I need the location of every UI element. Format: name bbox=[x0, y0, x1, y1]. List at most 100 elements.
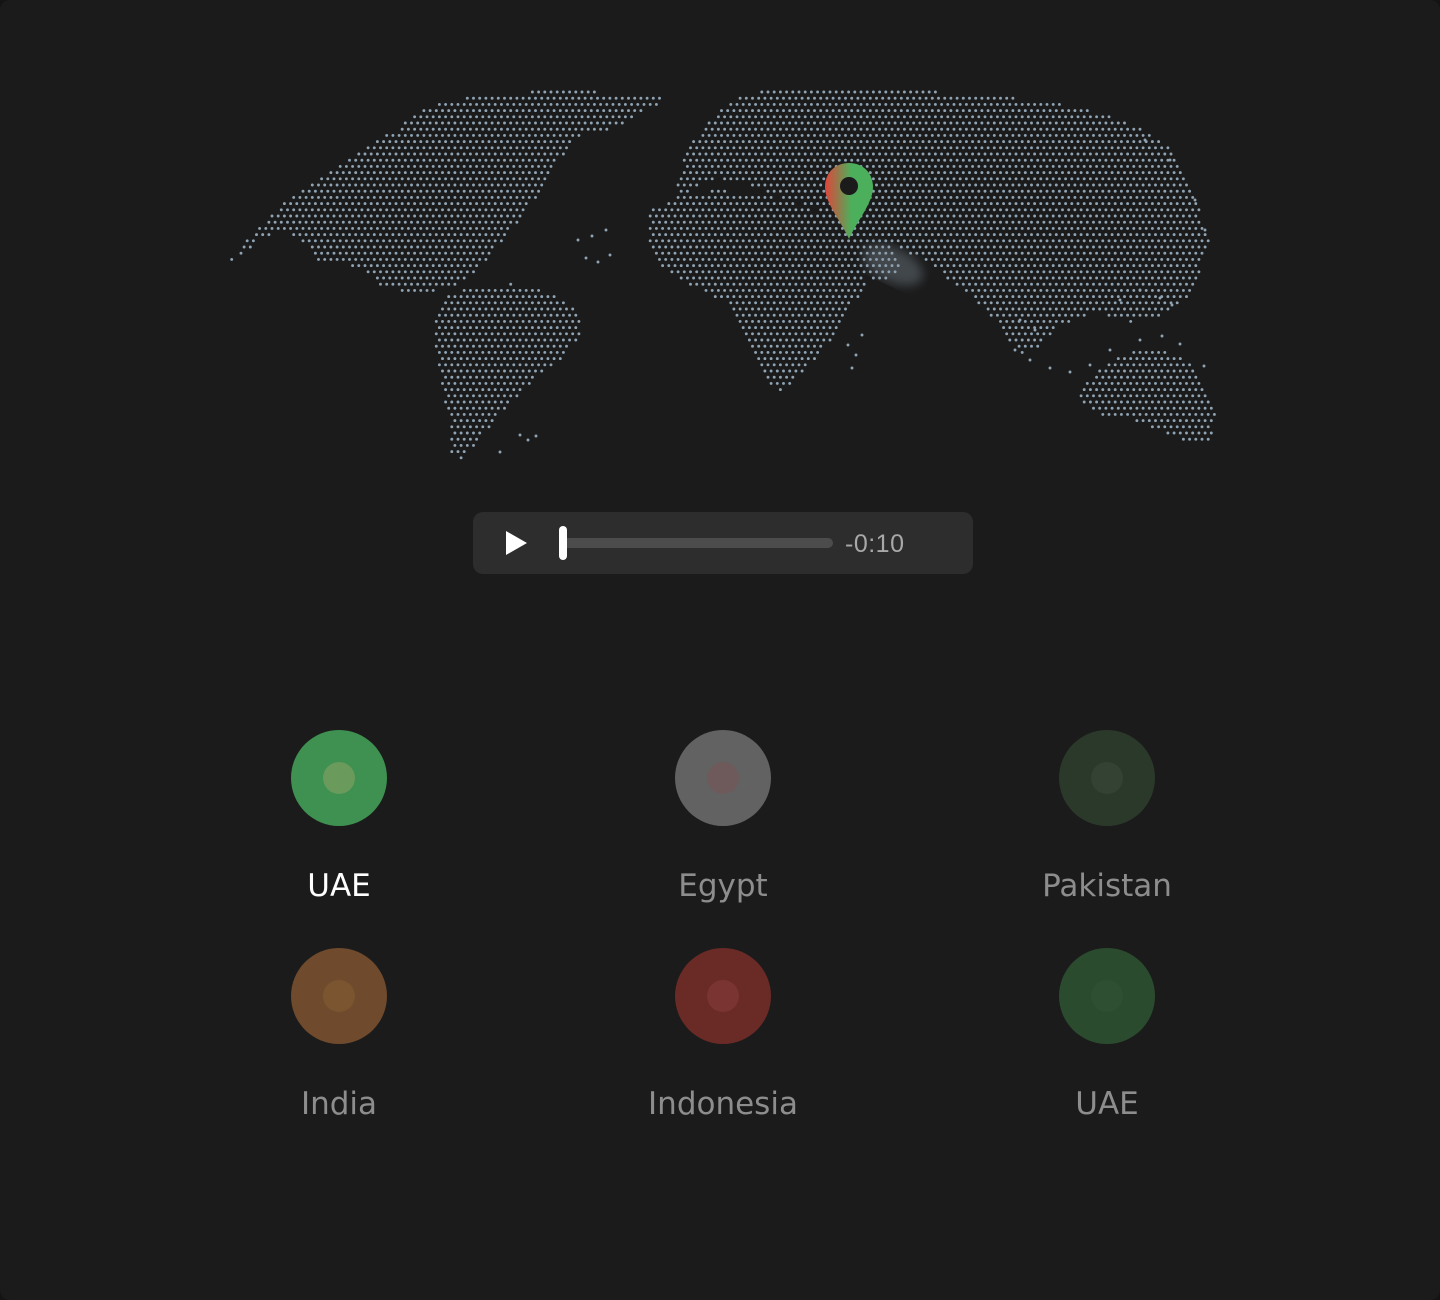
map-dot bbox=[856, 158, 860, 162]
map-dot bbox=[955, 171, 959, 175]
map-dot bbox=[1011, 121, 1015, 125]
map-dot bbox=[1107, 164, 1111, 168]
map-dot bbox=[546, 295, 550, 299]
map-dot bbox=[955, 208, 959, 212]
map-dot bbox=[933, 189, 937, 193]
map-dot bbox=[503, 133, 506, 137]
map-dot bbox=[884, 164, 888, 168]
map-dot bbox=[397, 220, 401, 224]
map-dot bbox=[1191, 282, 1195, 286]
map-dot bbox=[763, 171, 767, 175]
map-dot bbox=[1147, 270, 1151, 274]
map-dot bbox=[422, 282, 426, 286]
country-option[interactable]: UAE bbox=[219, 730, 459, 930]
map-dot bbox=[1045, 189, 1049, 193]
map-dot bbox=[989, 239, 993, 243]
map-dot bbox=[1054, 307, 1058, 311]
map-dot bbox=[546, 146, 550, 150]
map-dot bbox=[995, 127, 999, 131]
map-dot bbox=[1138, 152, 1142, 156]
map-dot bbox=[496, 109, 500, 113]
map-dot bbox=[1116, 171, 1120, 175]
map-dot bbox=[526, 438, 530, 442]
map-dot bbox=[605, 115, 609, 119]
map-dot bbox=[1048, 257, 1052, 261]
map-dot bbox=[416, 233, 420, 237]
map-dot bbox=[1168, 158, 1172, 162]
map-dot bbox=[527, 146, 531, 150]
map-dot bbox=[1085, 220, 1089, 224]
country-option[interactable]: Indonesia bbox=[603, 948, 843, 1148]
option-label: UAE bbox=[1075, 1086, 1139, 1122]
map-dot bbox=[741, 152, 745, 156]
map-dot bbox=[580, 90, 584, 94]
map-dot bbox=[366, 245, 370, 249]
country-option[interactable]: Pakistan bbox=[987, 730, 1227, 930]
progress-track[interactable] bbox=[560, 538, 833, 548]
map-dot bbox=[961, 233, 965, 237]
map-dot bbox=[692, 251, 696, 255]
map-dot bbox=[611, 102, 615, 106]
map-dot bbox=[958, 276, 962, 280]
map-dot bbox=[794, 357, 798, 361]
country-option[interactable]: UAE bbox=[987, 948, 1227, 1148]
map-dot bbox=[428, 171, 432, 175]
option-dot-center bbox=[323, 980, 355, 1012]
map-dot bbox=[1132, 127, 1136, 131]
map-dot bbox=[571, 96, 575, 100]
map-dot bbox=[499, 214, 503, 218]
map-dot bbox=[933, 214, 937, 218]
map-dot bbox=[1039, 202, 1043, 206]
map-dot bbox=[428, 233, 432, 237]
map-dot bbox=[565, 319, 568, 323]
map-dot bbox=[794, 270, 798, 274]
map-dot bbox=[1039, 276, 1043, 280]
map-dot bbox=[933, 164, 937, 168]
map-dot bbox=[890, 140, 894, 144]
map-dot bbox=[335, 233, 339, 237]
map-dot bbox=[806, 257, 810, 261]
map-dot bbox=[937, 245, 940, 249]
map-dot bbox=[1175, 400, 1179, 404]
map-dot bbox=[788, 233, 792, 237]
map-dot bbox=[465, 158, 469, 162]
map-dot bbox=[1154, 357, 1157, 361]
map-dot bbox=[1057, 164, 1061, 168]
map-dot bbox=[1178, 183, 1182, 187]
map-dot bbox=[1135, 245, 1139, 249]
map-dot bbox=[853, 90, 857, 94]
map-dot bbox=[794, 332, 798, 336]
map-dot bbox=[961, 183, 965, 187]
map-dot bbox=[757, 307, 761, 311]
map-dot bbox=[568, 127, 572, 131]
map-dot bbox=[1026, 102, 1030, 106]
play-button[interactable] bbox=[500, 527, 532, 559]
country-option[interactable]: Egypt bbox=[603, 730, 843, 930]
map-dot bbox=[1144, 152, 1148, 156]
map-dot bbox=[1079, 109, 1083, 113]
map-dot bbox=[927, 115, 931, 119]
map-dot bbox=[1166, 282, 1170, 286]
map-dot bbox=[816, 189, 820, 193]
map-dot bbox=[797, 164, 801, 168]
map-dot bbox=[679, 276, 683, 280]
map-dot bbox=[788, 195, 792, 199]
map-dot bbox=[918, 171, 922, 175]
map-dot bbox=[472, 220, 475, 224]
map-dot bbox=[1008, 127, 1012, 131]
map-dot bbox=[1157, 177, 1161, 181]
map-dot bbox=[791, 251, 795, 255]
map-dot bbox=[785, 251, 789, 255]
map-dot bbox=[983, 140, 987, 144]
map-dot bbox=[530, 326, 534, 330]
map-dot bbox=[1039, 189, 1043, 193]
map-dot bbox=[1110, 282, 1114, 286]
map-dot bbox=[1023, 158, 1027, 162]
map-dot bbox=[788, 357, 792, 361]
map-dot bbox=[999, 257, 1002, 261]
country-option[interactable]: India bbox=[219, 948, 459, 1148]
progress-thumb[interactable] bbox=[559, 526, 567, 560]
map-dot bbox=[1185, 381, 1188, 385]
map-dot bbox=[1030, 183, 1033, 187]
map-dot bbox=[1002, 164, 1006, 168]
